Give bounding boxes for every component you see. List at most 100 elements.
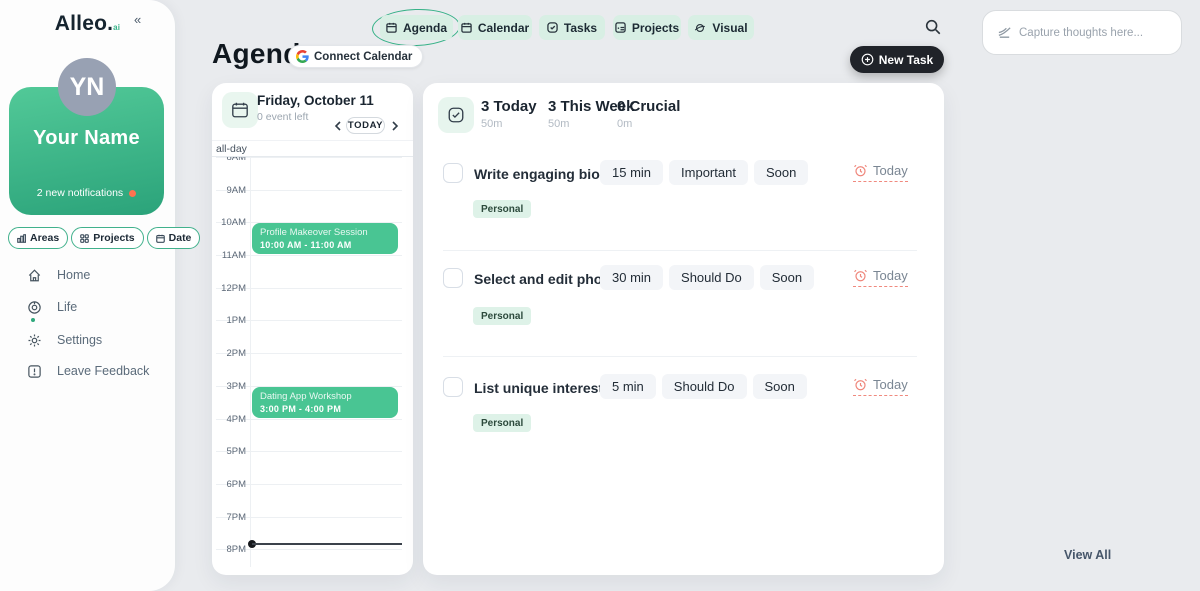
sidebar-item-home[interactable]: Home — [27, 266, 90, 284]
due-date[interactable]: Today — [853, 268, 908, 287]
priority-badge[interactable]: Should Do — [669, 265, 754, 290]
sidebar-item-feedback[interactable]: Leave Feedback — [27, 362, 149, 380]
task-checkbox[interactable] — [443, 163, 463, 183]
hour-label: 7PM — [212, 512, 246, 523]
due-label: Today — [873, 268, 908, 283]
all-day-row: all-day — [212, 140, 413, 157]
tab-tasks[interactable]: Tasks — [539, 15, 605, 40]
task-title: Write engaging bio — [474, 166, 600, 182]
task-title: List unique interests — [474, 380, 611, 396]
stat-label: 0 Crucial — [617, 98, 680, 115]
tab-calendar[interactable]: Calendar — [458, 15, 532, 40]
hour-label: 12PM — [212, 283, 246, 294]
calendar-event[interactable]: Dating App Workshop 3:00 PM - 4:00 PM — [252, 387, 398, 418]
feedback-icon — [27, 364, 42, 379]
tab-visual[interactable]: Visual — [688, 15, 754, 40]
task-tag[interactable]: Personal — [473, 200, 531, 218]
sidebar-collapse-icon[interactable]: « — [134, 12, 141, 27]
capture-input[interactable] — [1019, 27, 1169, 39]
task-checkbox[interactable] — [443, 268, 463, 288]
task-divider — [443, 250, 917, 251]
calendar-events-left: 0 event left — [257, 111, 308, 123]
tab-agenda[interactable]: Agenda — [380, 15, 453, 40]
tasks-tile-icon — [438, 97, 474, 133]
stat-sub: 0m — [617, 118, 680, 130]
new-task-button[interactable]: New Task — [850, 46, 944, 73]
app-logo: Alleo.ai — [0, 12, 175, 36]
tasks-panel: 3 Today 50m 3 This Week 50m 0 Crucial 0m… — [423, 83, 944, 575]
task-badges: 5 min Should Do Soon — [600, 374, 807, 399]
stat-label: 3 Today — [481, 98, 537, 115]
task-divider — [443, 356, 917, 357]
today-button[interactable]: TODAY — [346, 117, 385, 134]
priority-badge[interactable]: Should Do — [662, 374, 747, 399]
agenda-icon — [386, 22, 397, 33]
next-day-icon[interactable] — [389, 119, 403, 133]
quick-capture-icon — [997, 25, 1012, 40]
task-checkbox[interactable] — [443, 377, 463, 397]
urgency-badge[interactable]: Soon — [760, 265, 814, 290]
prev-day-icon[interactable] — [332, 119, 346, 133]
tab-projects[interactable]: Projects — [613, 15, 681, 40]
duration-badge[interactable]: 30 min — [600, 265, 663, 290]
event-title: Dating App Workshop — [260, 391, 390, 402]
filter-chip-date[interactable]: Date — [147, 227, 201, 249]
urgency-badge[interactable]: Soon — [753, 374, 807, 399]
tab-label: Tasks — [564, 21, 597, 35]
areas-icon — [17, 234, 26, 243]
all-day-label: all-day — [216, 143, 247, 155]
connect-calendar-label: Connect Calendar — [314, 51, 412, 63]
filter-chip-areas[interactable]: Areas — [8, 227, 68, 249]
notifications-label: 2 new notifications — [37, 187, 123, 199]
sidebar-item-life[interactable]: Life — [27, 298, 77, 316]
notifications[interactable]: 2 new notifications — [9, 187, 164, 199]
capture-box — [982, 10, 1182, 55]
hour-label: 10AM — [212, 217, 246, 228]
alarm-icon — [853, 377, 868, 392]
google-icon — [296, 50, 309, 63]
sidebar: Alleo.ai « Your Name 2 new notifications… — [0, 0, 175, 591]
sidebar-item-settings[interactable]: Settings — [27, 331, 102, 349]
logo-text: Alleo. — [55, 12, 113, 35]
hour-label: 6PM — [212, 479, 246, 490]
sidebar-item-label: Settings — [57, 333, 102, 347]
duration-badge[interactable]: 5 min — [600, 374, 656, 399]
due-date[interactable]: Today — [853, 163, 908, 182]
user-name: Your Name — [9, 127, 164, 150]
view-all-link[interactable]: View All — [1064, 548, 1111, 562]
sidebar-item-label: Leave Feedback — [57, 364, 149, 378]
duration-badge[interactable]: 15 min — [600, 160, 663, 185]
notification-dot-icon — [129, 190, 136, 197]
due-date[interactable]: Today — [853, 377, 908, 396]
tab-label: Agenda — [403, 21, 447, 35]
hour-label: 1PM — [212, 315, 246, 326]
logo-suffix: ai — [113, 23, 120, 32]
priority-badge[interactable]: Important — [669, 160, 748, 185]
home-icon — [27, 268, 42, 283]
stat-sub: 50m — [481, 118, 537, 130]
connect-calendar-button[interactable]: Connect Calendar — [288, 45, 423, 68]
urgency-badge[interactable]: Soon — [754, 160, 808, 185]
hour-label: 2PM — [212, 348, 246, 359]
hour-label: 3PM — [212, 381, 246, 392]
calendar-date-title: Friday, October 11 — [257, 93, 374, 108]
sidebar-item-label: Life — [57, 300, 77, 314]
hour-label: 9AM — [212, 185, 246, 196]
projects-icon — [615, 22, 626, 33]
gear-icon — [27, 333, 42, 348]
hour-label: 11AM — [212, 250, 246, 261]
alarm-icon — [853, 268, 868, 283]
hour-label: 8PM — [212, 544, 246, 555]
filter-chip-label: Areas — [30, 232, 59, 244]
agenda-calendar-panel: Friday, October 11 0 event left TODAY 8A… — [212, 83, 413, 575]
visual-icon — [694, 22, 706, 34]
task-badges: 15 min Important Soon — [600, 160, 808, 185]
calendar-event[interactable]: Profile Makeover Session 10:00 AM - 11:0… — [252, 223, 398, 254]
plus-circle-icon — [861, 53, 874, 66]
task-tag[interactable]: Personal — [473, 307, 531, 325]
search-icon[interactable] — [924, 18, 944, 38]
event-title: Profile Makeover Session — [260, 227, 390, 238]
avatar[interactable]: YN — [58, 58, 116, 116]
filter-chip-projects[interactable]: Projects — [71, 227, 143, 249]
task-tag[interactable]: Personal — [473, 414, 531, 432]
